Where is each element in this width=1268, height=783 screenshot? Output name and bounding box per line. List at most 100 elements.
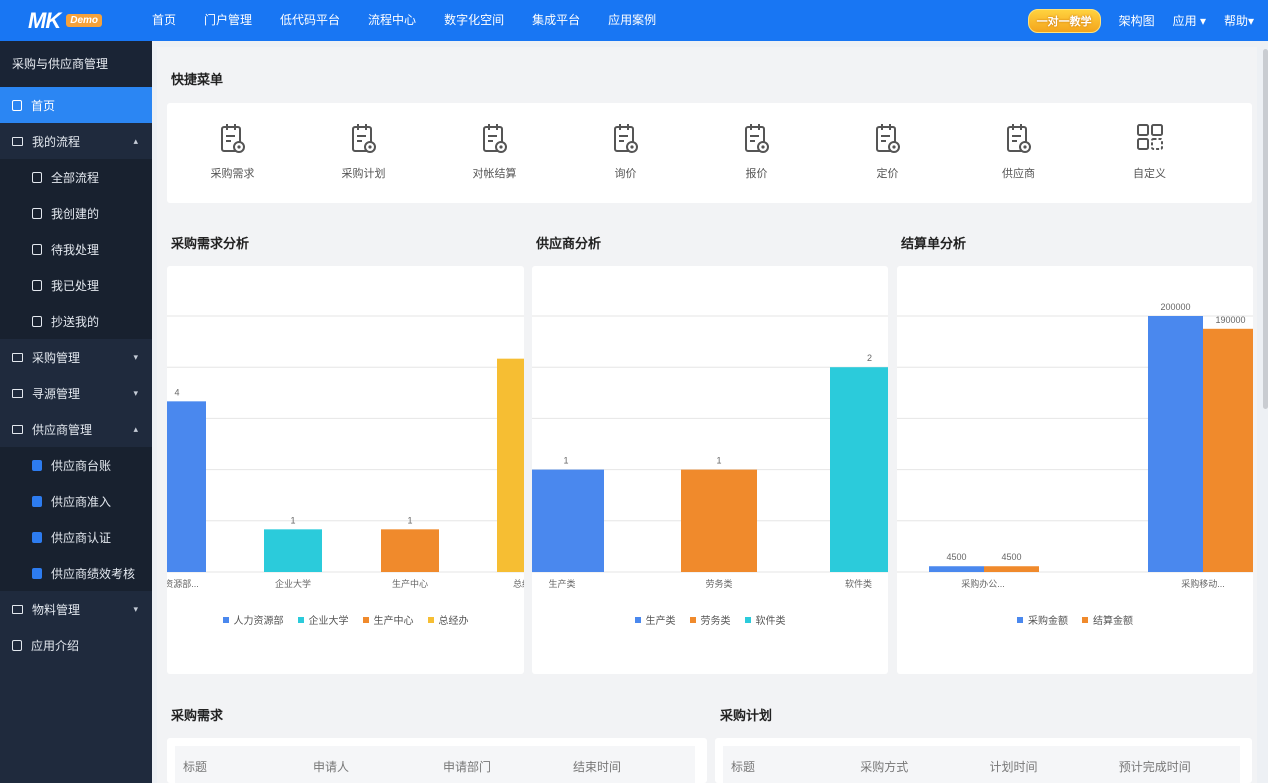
- bar[interactable]: [1148, 316, 1203, 572]
- sidebar-item-handled[interactable]: 我已处理: [0, 267, 152, 303]
- folder-icon: [12, 352, 23, 362]
- chevron-up-icon: ▴: [133, 135, 138, 146]
- supplier-analysis-chart: 1 生产类 1 劳务类 2 软件类 生产类 劳务类 软件类: [532, 266, 888, 674]
- sidebar-item-purchase[interactable]: 采购管理 ▾: [0, 339, 152, 375]
- bar-value-label: 4500: [946, 552, 966, 562]
- bar[interactable]: [264, 529, 322, 572]
- bar[interactable]: [167, 401, 206, 572]
- nav-item-integration[interactable]: 集成平台: [518, 0, 594, 41]
- legend-item[interactable]: 生产中心: [362, 612, 414, 627]
- legend-swatch: [634, 616, 641, 623]
- nav-item-lowcode[interactable]: 低代码平台: [266, 0, 354, 41]
- main-nav: 首页 门户管理 低代码平台 流程中心 数字化空间 集成平台 应用案例: [152, 0, 670, 41]
- legend-swatch: [1017, 616, 1023, 623]
- quick-item-demand[interactable]: 采购需求: [167, 103, 298, 203]
- scrollbar[interactable]: [1263, 49, 1268, 409]
- column-header[interactable]: 申请人: [305, 758, 435, 775]
- legend-swatch: [689, 616, 696, 623]
- bar[interactable]: [681, 469, 757, 572]
- sidebar-item-all-process[interactable]: 全部流程: [0, 159, 152, 195]
- quick-item-plan[interactable]: 采购计划: [298, 103, 429, 203]
- clipboard-icon: [1006, 124, 1031, 153]
- bar[interactable]: [497, 358, 524, 572]
- legend-item[interactable]: 结算金额: [1082, 612, 1133, 627]
- column-header[interactable]: 标题: [175, 758, 305, 775]
- logo[interactable]: MK Demo: [0, 0, 152, 41]
- legend-item[interactable]: 软件类: [744, 612, 786, 627]
- content-panel: 快捷菜单 采购需求 采购计划 对帐结算 询价 报价 定价 供应商 自定义 采购需…: [157, 47, 1257, 783]
- nav-item-portal[interactable]: 门户管理: [190, 0, 266, 41]
- bar[interactable]: [1203, 328, 1253, 572]
- sidebar-item-label: 首页: [31, 98, 56, 113]
- bar-value-label: 1: [407, 515, 412, 525]
- sidebar-item-supplier-cert[interactable]: 供应商认证: [0, 519, 152, 555]
- nav-item-cases[interactable]: 应用案例: [594, 0, 670, 41]
- sidebar-item-label: 我创建的: [51, 206, 100, 221]
- org-chart-link[interactable]: 架构图: [1119, 12, 1155, 29]
- clipboard-icon: [613, 124, 638, 153]
- bar[interactable]: [830, 367, 888, 572]
- sidebar-item-home[interactable]: 首页: [0, 87, 152, 123]
- legend-item[interactable]: 人力资源部: [222, 612, 284, 627]
- nav-item-process[interactable]: 流程中心: [354, 0, 430, 41]
- chart-legend: 生产类 劳务类 软件类: [532, 612, 888, 627]
- quick-item-supplier[interactable]: 供应商: [953, 103, 1084, 203]
- quick-item-label: 询价: [614, 168, 637, 180]
- bar[interactable]: [929, 566, 984, 572]
- demand-table-title: 采购需求: [171, 708, 224, 723]
- quick-item-custom[interactable]: 自定义: [1084, 103, 1215, 203]
- quick-item-quote[interactable]: 报价: [691, 103, 822, 203]
- column-header[interactable]: 采购方式: [852, 758, 981, 775]
- quick-item-settlement[interactable]: 对帐结算: [429, 103, 560, 203]
- column-header[interactable]: 标题: [723, 758, 852, 775]
- sidebar-item-supplier-ledger[interactable]: 供应商台账: [0, 447, 152, 483]
- legend-label: 结算金额: [1093, 616, 1133, 627]
- sidebar-item-supplier[interactable]: 供应商管理 ▴: [0, 411, 152, 447]
- nav-item-home[interactable]: 首页: [152, 0, 190, 41]
- legend-item[interactable]: 采购金额: [1017, 612, 1068, 627]
- column-header[interactable]: 计划时间: [982, 758, 1111, 775]
- page-icon: [12, 99, 22, 111]
- legend-item[interactable]: 劳务类: [689, 612, 731, 627]
- quick-item-inquiry[interactable]: 询价: [560, 103, 691, 203]
- quick-menu: 采购需求 采购计划 对帐结算 询价 报价 定价 供应商 自定义: [167, 103, 1252, 203]
- x-tick-label: 力资源部...: [167, 578, 199, 589]
- chart-legend: 人力资源部 企业大学 生产中心 总经办: [167, 612, 524, 627]
- sidebar-title: 采购与供应商管理: [0, 41, 152, 87]
- sidebar-item-cc[interactable]: 抄送我的: [0, 303, 152, 339]
- column-header[interactable]: 预计完成时间: [1111, 758, 1240, 775]
- sidebar-item-supplier-perf[interactable]: 供应商绩效考核: [0, 555, 152, 591]
- legend-item[interactable]: 企业大学: [297, 612, 349, 627]
- legend-item[interactable]: 生产类: [634, 612, 676, 627]
- help-menu[interactable]: 帮助▾: [1224, 12, 1254, 29]
- page-icon: [12, 639, 22, 651]
- legend-item[interactable]: 总经办: [427, 612, 469, 627]
- nav-item-digital[interactable]: 数字化空间: [430, 0, 518, 41]
- sidebar-item-supplier-admission[interactable]: 供应商准入: [0, 483, 152, 519]
- settlement-analysis-chart: 4500 200000 4500 190000 采购办公... 采购移动... 采购金额 …: [897, 266, 1253, 674]
- quick-item-pricing[interactable]: 定价: [822, 103, 953, 203]
- sidebar-item-pending[interactable]: 待我处理: [0, 231, 152, 267]
- sidebar-item-label: 我的流程: [32, 134, 81, 149]
- app-menu[interactable]: 应用 ▾: [1173, 12, 1206, 29]
- sidebar-item-my-process[interactable]: 我的流程 ▴: [0, 123, 152, 159]
- bar[interactable]: [532, 469, 604, 572]
- chart-legend: 采购金额 结算金额: [897, 612, 1253, 627]
- page-icon: [32, 243, 42, 255]
- chevron-down-icon: ▾: [133, 387, 138, 398]
- promo-badge[interactable]: 一对一教学: [1027, 8, 1101, 33]
- page-icon: [32, 279, 42, 291]
- column-header[interactable]: 结束时间: [565, 758, 695, 775]
- bar[interactable]: [984, 566, 1039, 572]
- admission-icon: [32, 495, 42, 507]
- sidebar-item-created[interactable]: 我创建的: [0, 195, 152, 231]
- logo-mark: MK: [28, 7, 61, 33]
- folder-icon: [12, 604, 23, 614]
- column-header[interactable]: 申请部门: [435, 758, 565, 775]
- legend-swatch: [297, 616, 304, 623]
- clipboard-icon: [875, 124, 900, 153]
- sidebar-item-intro[interactable]: 应用介绍: [0, 627, 152, 663]
- sidebar-item-sourcing[interactable]: 寻源管理 ▾: [0, 375, 152, 411]
- sidebar-item-material[interactable]: 物料管理 ▾: [0, 591, 152, 627]
- bar[interactable]: [381, 529, 439, 572]
